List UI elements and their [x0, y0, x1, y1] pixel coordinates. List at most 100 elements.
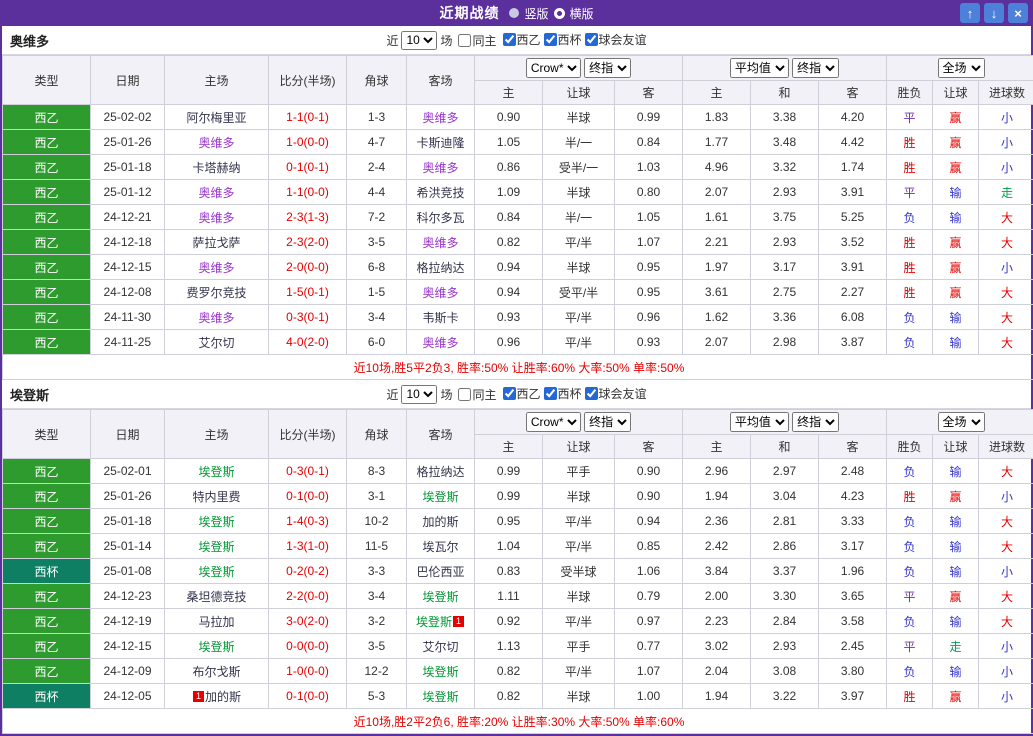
final-odds-select[interactable]: 终指 — [584, 412, 631, 432]
view-radio-label[interactable]: 横版 — [570, 5, 594, 22]
scroll-up-button[interactable]: ↑ — [960, 3, 980, 23]
team-link[interactable]: 费罗尔竞技 — [186, 286, 246, 300]
away-team-cell[interactable]: 埃登斯 — [407, 484, 475, 509]
away-team-cell[interactable]: 希洪竞技 — [407, 180, 475, 205]
same-home-option[interactable]: 同主 — [458, 32, 496, 49]
team-link[interactable]: 奥维多 — [198, 211, 234, 225]
team-link[interactable]: 埃登斯 — [422, 690, 458, 704]
average-select[interactable]: 平均值 — [730, 58, 789, 78]
same-home-checkbox[interactable] — [458, 34, 471, 47]
team-link[interactable]: 奥维多 — [198, 186, 234, 200]
league-checkbox[interactable] — [503, 387, 516, 400]
team-link[interactable]: 奥维多 — [198, 311, 234, 325]
league-checkbox[interactable] — [585, 387, 598, 400]
league-checkbox[interactable] — [544, 33, 557, 46]
view-radio-icon[interactable] — [554, 8, 565, 19]
home-team-cell[interactable]: 卡塔赫纳 — [165, 155, 269, 180]
team-link[interactable]: 奥维多 — [198, 261, 234, 275]
away-team-cell[interactable]: 奥维多 — [407, 155, 475, 180]
league-filter-option[interactable]: 西乙 — [503, 385, 541, 402]
home-team-cell[interactable]: 桑坦德竞技 — [165, 584, 269, 609]
team-link[interactable]: 科尔多瓦 — [416, 211, 464, 225]
away-team-cell[interactable]: 格拉纳达 — [407, 459, 475, 484]
team-link[interactable]: 韦斯卡 — [422, 311, 458, 325]
league-filter-option[interactable]: 球会友谊 — [585, 31, 647, 48]
team-link[interactable]: 埃登斯 — [198, 540, 234, 554]
away-team-cell[interactable]: 埃登斯1 — [407, 609, 475, 634]
home-team-cell[interactable]: 奥维多 — [165, 255, 269, 280]
home-team-cell[interactable]: 奥维多 — [165, 180, 269, 205]
home-team-cell[interactable]: 埃登斯 — [165, 534, 269, 559]
team-link[interactable]: 马拉加 — [198, 615, 234, 629]
away-team-cell[interactable]: 韦斯卡 — [407, 305, 475, 330]
away-team-cell[interactable]: 格拉纳达 — [407, 255, 475, 280]
team-link[interactable]: 埃登斯 — [198, 640, 234, 654]
league-filter-option[interactable]: 球会友谊 — [585, 385, 647, 402]
team-link[interactable]: 埃登斯 — [422, 590, 458, 604]
team-link[interactable]: 卡塔赫纳 — [192, 161, 240, 175]
home-team-cell[interactable]: 奥维多 — [165, 205, 269, 230]
team-link[interactable]: 布尔戈斯 — [192, 665, 240, 679]
away-team-cell[interactable]: 埃登斯 — [407, 684, 475, 709]
home-team-cell[interactable]: 费罗尔竞技 — [165, 280, 269, 305]
home-team-cell[interactable]: 埃登斯 — [165, 509, 269, 534]
team-link[interactable]: 奥维多 — [422, 236, 458, 250]
team-link[interactable]: 桑坦德竞技 — [186, 590, 246, 604]
home-team-cell[interactable]: 奥维多 — [165, 130, 269, 155]
away-team-cell[interactable]: 艾尔切 — [407, 634, 475, 659]
team-link[interactable]: 奥维多 — [198, 136, 234, 150]
final-odds-select-2[interactable]: 终指 — [792, 412, 839, 432]
home-team-cell[interactable]: 阿尔梅里亚 — [165, 105, 269, 130]
away-team-cell[interactable]: 卡斯迪隆 — [407, 130, 475, 155]
home-team-cell[interactable]: 马拉加 — [165, 609, 269, 634]
odds-company-select[interactable]: Crow* — [526, 412, 581, 432]
team-link[interactable]: 加的斯 — [205, 690, 241, 704]
same-home-checkbox[interactable] — [458, 388, 471, 401]
close-icon[interactable]: × — [1008, 3, 1028, 23]
view-radio-label[interactable]: 竖版 — [524, 5, 548, 22]
home-team-cell[interactable]: 布尔戈斯 — [165, 659, 269, 684]
team-link[interactable]: 埃登斯 — [198, 565, 234, 579]
team-link[interactable]: 格拉纳达 — [416, 465, 464, 479]
league-filter-option[interactable]: 西乙 — [503, 31, 541, 48]
odds-company-select[interactable]: Crow* — [526, 58, 581, 78]
away-team-cell[interactable]: 埃登斯 — [407, 659, 475, 684]
away-team-cell[interactable]: 奥维多 — [407, 230, 475, 255]
home-team-cell[interactable]: 艾尔切 — [165, 330, 269, 355]
team-link[interactable]: 埃登斯 — [198, 465, 234, 479]
team-link[interactable]: 艾尔切 — [198, 336, 234, 350]
final-odds-select[interactable]: 终指 — [584, 58, 631, 78]
team-link[interactable]: 奥维多 — [422, 336, 458, 350]
league-checkbox[interactable] — [544, 387, 557, 400]
team-link[interactable]: 奥维多 — [422, 161, 458, 175]
team-link[interactable]: 艾尔切 — [422, 640, 458, 654]
home-team-cell[interactable]: 埃登斯 — [165, 559, 269, 584]
team-link[interactable]: 特内里费 — [192, 490, 240, 504]
team-link[interactable]: 卡斯迪隆 — [416, 136, 464, 150]
away-team-cell[interactable]: 奥维多 — [407, 330, 475, 355]
home-team-cell[interactable]: 1加的斯 — [165, 684, 269, 709]
team-link[interactable]: 埃登斯 — [422, 490, 458, 504]
scroll-down-button[interactable]: ↓ — [984, 3, 1004, 23]
home-team-cell[interactable]: 特内里费 — [165, 484, 269, 509]
view-radio-icon[interactable] — [509, 8, 519, 18]
team-link[interactable]: 希洪竞技 — [416, 186, 464, 200]
fulltime-select[interactable]: 全场 — [938, 58, 985, 78]
team-link[interactable]: 萨拉戈萨 — [192, 236, 240, 250]
team-link[interactable]: 埃登斯 — [422, 665, 458, 679]
league-checkbox[interactable] — [585, 33, 598, 46]
same-home-option[interactable]: 同主 — [458, 386, 496, 403]
team-link[interactable]: 埃瓦尔 — [422, 540, 458, 554]
team-link[interactable]: 格拉纳达 — [416, 261, 464, 275]
team-link[interactable]: 奥维多 — [422, 111, 458, 125]
home-team-cell[interactable]: 萨拉戈萨 — [165, 230, 269, 255]
team-link[interactable]: 奥维多 — [422, 286, 458, 300]
away-team-cell[interactable]: 加的斯 — [407, 509, 475, 534]
away-team-cell[interactable]: 奥维多 — [407, 105, 475, 130]
fulltime-select[interactable]: 全场 — [938, 412, 985, 432]
league-checkbox[interactable] — [503, 33, 516, 46]
away-team-cell[interactable]: 埃瓦尔 — [407, 534, 475, 559]
home-team-cell[interactable]: 奥维多 — [165, 305, 269, 330]
match-count-select[interactable]: 10 — [401, 31, 437, 50]
team-link[interactable]: 阿尔梅里亚 — [186, 111, 246, 125]
